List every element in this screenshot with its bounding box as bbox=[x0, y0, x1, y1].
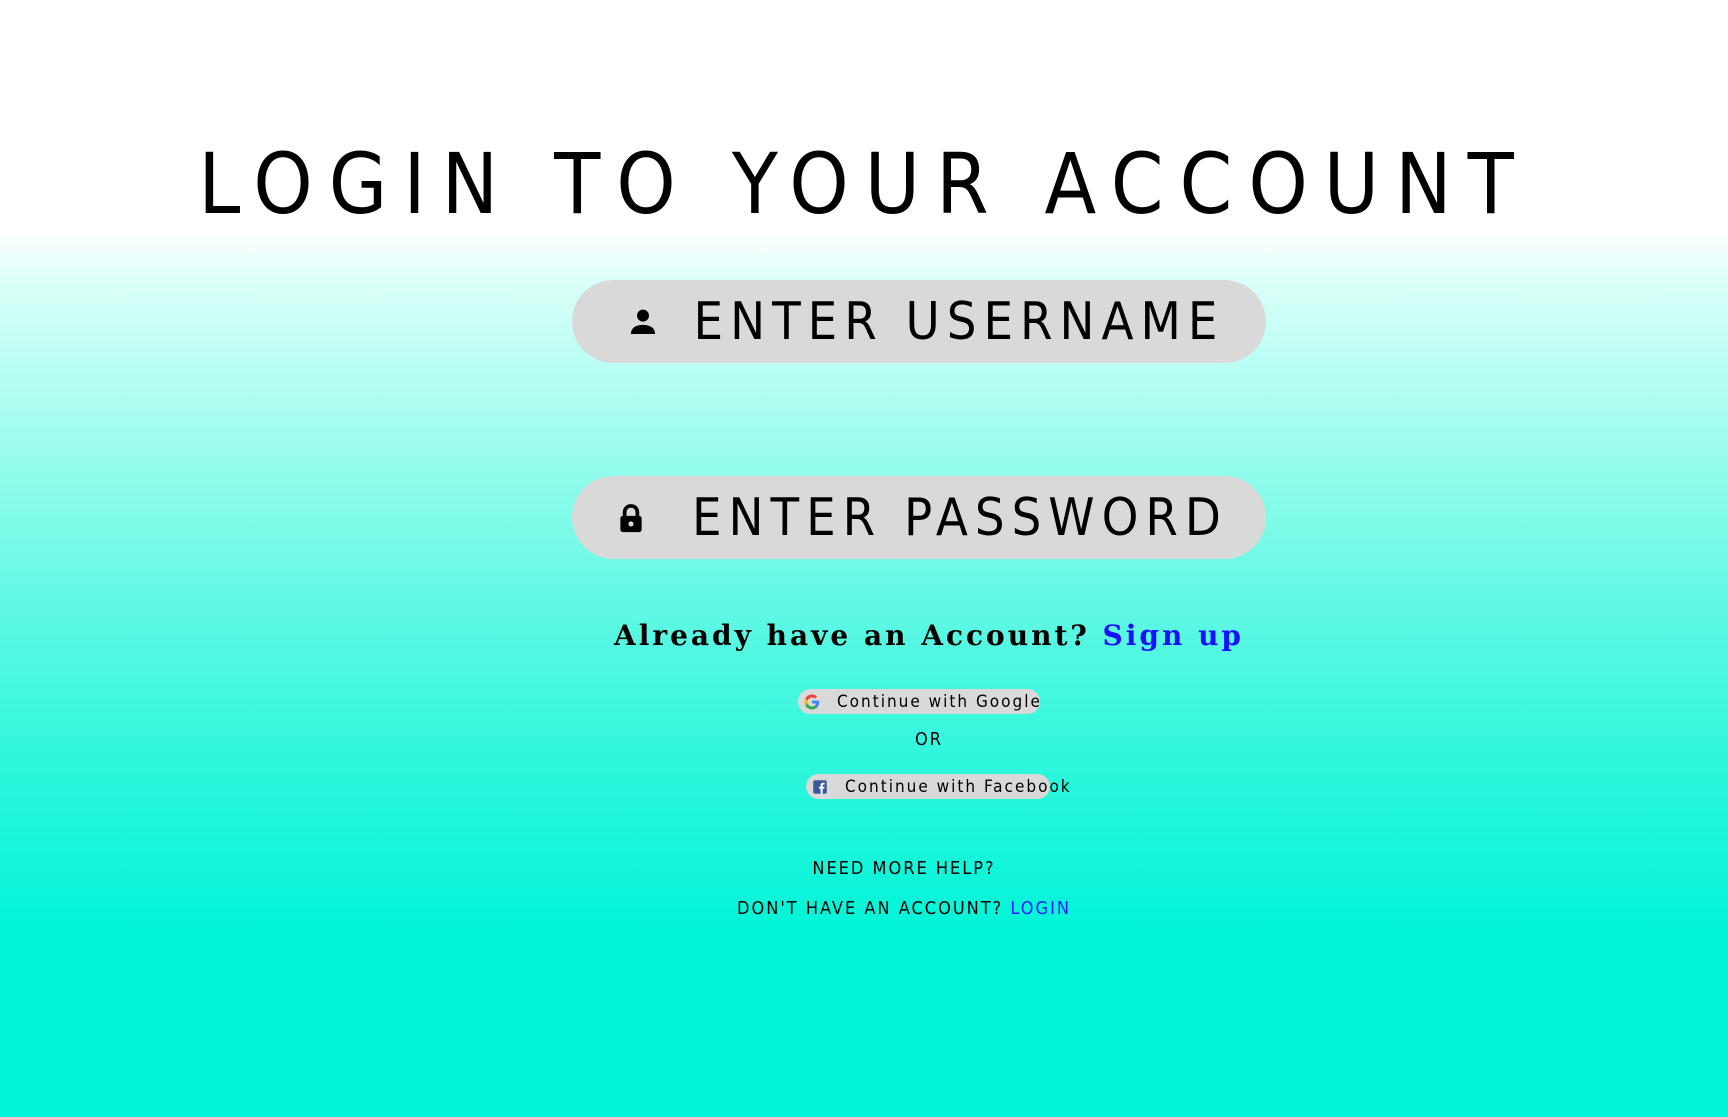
username-field[interactable] bbox=[572, 280, 1266, 363]
or-separator: OR bbox=[915, 729, 943, 750]
google-icon bbox=[804, 694, 820, 709]
page-title: Login to your account bbox=[198, 135, 1530, 234]
account-prompt-text: Already have an Account? bbox=[613, 619, 1103, 652]
facebook-button-label: Continue with Facebook bbox=[845, 776, 1072, 797]
person-icon bbox=[630, 309, 656, 334]
password-field[interactable] bbox=[572, 476, 1266, 559]
google-button-label: Continue with Google bbox=[837, 691, 1042, 712]
no-account-text: Don't have an account? bbox=[737, 898, 1011, 919]
sign-up-link[interactable]: Sign up bbox=[1103, 619, 1244, 652]
username-input[interactable] bbox=[692, 280, 1226, 363]
continue-with-google-button[interactable]: Continue with Google bbox=[798, 689, 1040, 714]
login-link[interactable]: Login bbox=[1010, 898, 1071, 919]
facebook-icon bbox=[813, 779, 827, 794]
continue-with-facebook-button[interactable]: Continue with Facebook bbox=[806, 774, 1070, 799]
account-prompt: Already have an Account? Sign up bbox=[0, 616, 1728, 656]
password-input[interactable] bbox=[692, 476, 1226, 559]
help-text: Need more help? bbox=[812, 858, 996, 879]
no-account-prompt: Don't have an account? Login bbox=[0, 897, 1728, 921]
lock-icon bbox=[620, 503, 642, 532]
